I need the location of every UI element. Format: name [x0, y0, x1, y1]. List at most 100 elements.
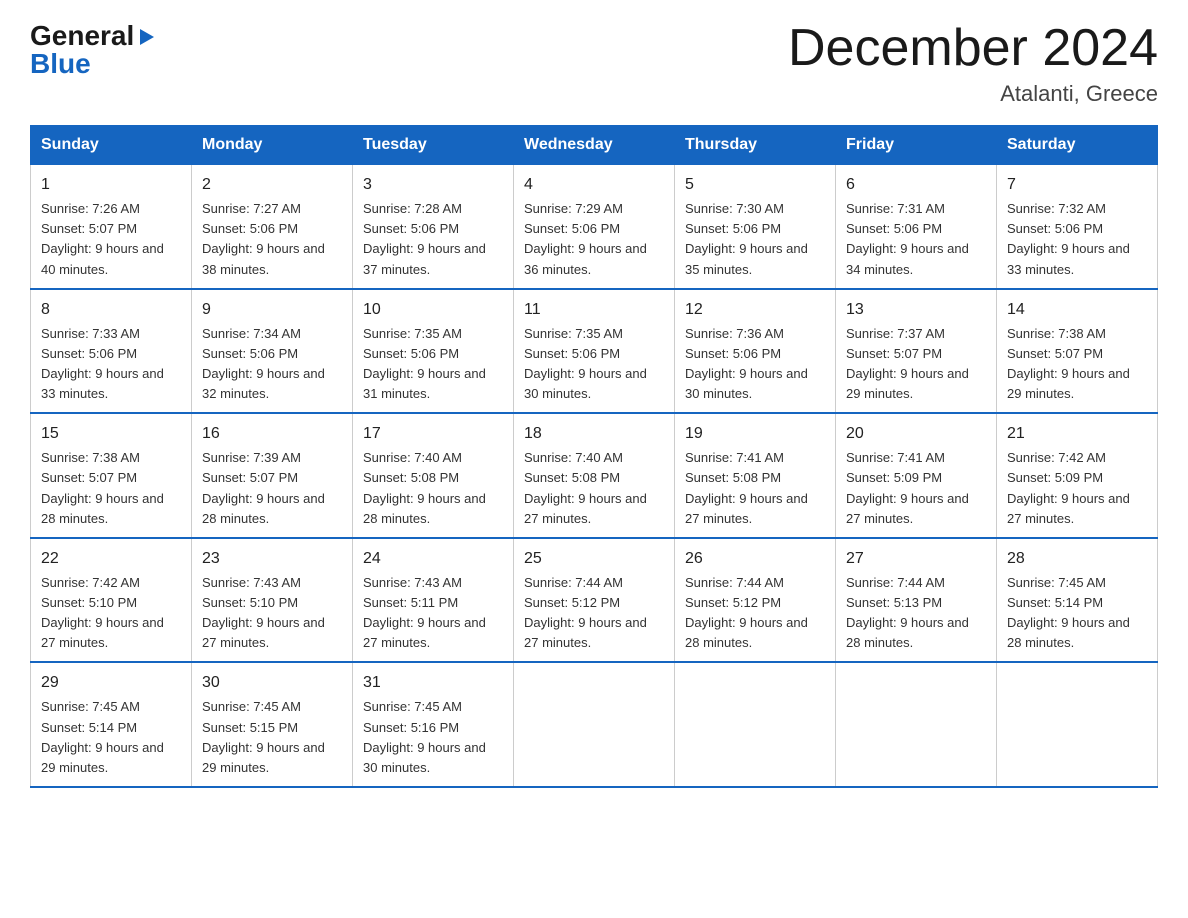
calendar-cell: 1Sunrise: 7:26 AMSunset: 5:07 PMDaylight… — [31, 165, 192, 289]
calendar-cell: 20Sunrise: 7:41 AMSunset: 5:09 PMDayligh… — [836, 413, 997, 538]
day-info: Sunrise: 7:45 AMSunset: 5:14 PMDaylight:… — [1007, 573, 1147, 654]
logo: General Blue — [30, 20, 158, 80]
calendar-cell: 11Sunrise: 7:35 AMSunset: 5:06 PMDayligh… — [514, 289, 675, 414]
day-info: Sunrise: 7:44 AMSunset: 5:12 PMDaylight:… — [524, 573, 664, 654]
day-number: 7 — [1007, 173, 1147, 197]
calendar-cell: 15Sunrise: 7:38 AMSunset: 5:07 PMDayligh… — [31, 413, 192, 538]
day-number: 2 — [202, 173, 342, 197]
day-number: 16 — [202, 422, 342, 446]
col-header-wednesday: Wednesday — [514, 126, 675, 165]
day-info: Sunrise: 7:45 AMSunset: 5:16 PMDaylight:… — [363, 697, 503, 778]
calendar-cell: 19Sunrise: 7:41 AMSunset: 5:08 PMDayligh… — [675, 413, 836, 538]
calendar-cell: 13Sunrise: 7:37 AMSunset: 5:07 PMDayligh… — [836, 289, 997, 414]
page-subtitle: Atalanti, Greece — [788, 81, 1158, 107]
calendar-week-row: 8Sunrise: 7:33 AMSunset: 5:06 PMDaylight… — [31, 289, 1158, 414]
day-info: Sunrise: 7:42 AMSunset: 5:09 PMDaylight:… — [1007, 448, 1147, 529]
day-info: Sunrise: 7:36 AMSunset: 5:06 PMDaylight:… — [685, 324, 825, 405]
day-info: Sunrise: 7:43 AMSunset: 5:10 PMDaylight:… — [202, 573, 342, 654]
day-number: 21 — [1007, 422, 1147, 446]
day-number: 24 — [363, 547, 503, 571]
calendar-cell: 5Sunrise: 7:30 AMSunset: 5:06 PMDaylight… — [675, 165, 836, 289]
calendar-cell: 18Sunrise: 7:40 AMSunset: 5:08 PMDayligh… — [514, 413, 675, 538]
day-info: Sunrise: 7:45 AMSunset: 5:15 PMDaylight:… — [202, 697, 342, 778]
calendar-cell: 17Sunrise: 7:40 AMSunset: 5:08 PMDayligh… — [353, 413, 514, 538]
col-header-monday: Monday — [192, 126, 353, 165]
calendar-cell — [675, 662, 836, 787]
calendar-cell: 14Sunrise: 7:38 AMSunset: 5:07 PMDayligh… — [997, 289, 1158, 414]
day-info: Sunrise: 7:28 AMSunset: 5:06 PMDaylight:… — [363, 199, 503, 280]
col-header-friday: Friday — [836, 126, 997, 165]
calendar-cell: 23Sunrise: 7:43 AMSunset: 5:10 PMDayligh… — [192, 538, 353, 663]
day-number: 8 — [41, 298, 181, 322]
calendar-week-row: 15Sunrise: 7:38 AMSunset: 5:07 PMDayligh… — [31, 413, 1158, 538]
calendar-week-row: 29Sunrise: 7:45 AMSunset: 5:14 PMDayligh… — [31, 662, 1158, 787]
day-number: 18 — [524, 422, 664, 446]
day-number: 13 — [846, 298, 986, 322]
col-header-tuesday: Tuesday — [353, 126, 514, 165]
page-header: General Blue December 2024 Atalanti, Gre… — [30, 20, 1158, 107]
day-info: Sunrise: 7:43 AMSunset: 5:11 PMDaylight:… — [363, 573, 503, 654]
day-info: Sunrise: 7:34 AMSunset: 5:06 PMDaylight:… — [202, 324, 342, 405]
calendar-cell: 16Sunrise: 7:39 AMSunset: 5:07 PMDayligh… — [192, 413, 353, 538]
day-info: Sunrise: 7:38 AMSunset: 5:07 PMDaylight:… — [1007, 324, 1147, 405]
day-info: Sunrise: 7:37 AMSunset: 5:07 PMDaylight:… — [846, 324, 986, 405]
col-header-saturday: Saturday — [997, 126, 1158, 165]
calendar-week-row: 1Sunrise: 7:26 AMSunset: 5:07 PMDaylight… — [31, 165, 1158, 289]
day-number: 12 — [685, 298, 825, 322]
day-info: Sunrise: 7:39 AMSunset: 5:07 PMDaylight:… — [202, 448, 342, 529]
day-number: 25 — [524, 547, 664, 571]
calendar-cell: 24Sunrise: 7:43 AMSunset: 5:11 PMDayligh… — [353, 538, 514, 663]
day-info: Sunrise: 7:33 AMSunset: 5:06 PMDaylight:… — [41, 324, 181, 405]
col-header-thursday: Thursday — [675, 126, 836, 165]
day-info: Sunrise: 7:29 AMSunset: 5:06 PMDaylight:… — [524, 199, 664, 280]
day-number: 20 — [846, 422, 986, 446]
day-info: Sunrise: 7:44 AMSunset: 5:12 PMDaylight:… — [685, 573, 825, 654]
day-number: 9 — [202, 298, 342, 322]
day-info: Sunrise: 7:30 AMSunset: 5:06 PMDaylight:… — [685, 199, 825, 280]
day-number: 31 — [363, 671, 503, 695]
day-info: Sunrise: 7:40 AMSunset: 5:08 PMDaylight:… — [524, 448, 664, 529]
day-number: 28 — [1007, 547, 1147, 571]
calendar-table: SundayMondayTuesdayWednesdayThursdayFrid… — [30, 125, 1158, 788]
day-info: Sunrise: 7:42 AMSunset: 5:10 PMDaylight:… — [41, 573, 181, 654]
day-number: 22 — [41, 547, 181, 571]
day-info: Sunrise: 7:35 AMSunset: 5:06 PMDaylight:… — [524, 324, 664, 405]
day-info: Sunrise: 7:45 AMSunset: 5:14 PMDaylight:… — [41, 697, 181, 778]
calendar-cell: 21Sunrise: 7:42 AMSunset: 5:09 PMDayligh… — [997, 413, 1158, 538]
day-info: Sunrise: 7:32 AMSunset: 5:06 PMDaylight:… — [1007, 199, 1147, 280]
calendar-cell: 2Sunrise: 7:27 AMSunset: 5:06 PMDaylight… — [192, 165, 353, 289]
calendar-cell: 4Sunrise: 7:29 AMSunset: 5:06 PMDaylight… — [514, 165, 675, 289]
page-title: December 2024 — [788, 20, 1158, 77]
day-info: Sunrise: 7:41 AMSunset: 5:08 PMDaylight:… — [685, 448, 825, 529]
day-info: Sunrise: 7:35 AMSunset: 5:06 PMDaylight:… — [363, 324, 503, 405]
calendar-week-row: 22Sunrise: 7:42 AMSunset: 5:10 PMDayligh… — [31, 538, 1158, 663]
calendar-cell: 30Sunrise: 7:45 AMSunset: 5:15 PMDayligh… — [192, 662, 353, 787]
calendar-cell — [836, 662, 997, 787]
day-number: 29 — [41, 671, 181, 695]
day-info: Sunrise: 7:26 AMSunset: 5:07 PMDaylight:… — [41, 199, 181, 280]
day-number: 11 — [524, 298, 664, 322]
calendar-cell: 31Sunrise: 7:45 AMSunset: 5:16 PMDayligh… — [353, 662, 514, 787]
day-number: 26 — [685, 547, 825, 571]
day-info: Sunrise: 7:44 AMSunset: 5:13 PMDaylight:… — [846, 573, 986, 654]
day-info: Sunrise: 7:38 AMSunset: 5:07 PMDaylight:… — [41, 448, 181, 529]
calendar-cell — [997, 662, 1158, 787]
calendar-cell: 28Sunrise: 7:45 AMSunset: 5:14 PMDayligh… — [997, 538, 1158, 663]
day-info: Sunrise: 7:41 AMSunset: 5:09 PMDaylight:… — [846, 448, 986, 529]
day-number: 1 — [41, 173, 181, 197]
day-number: 19 — [685, 422, 825, 446]
calendar-cell: 12Sunrise: 7:36 AMSunset: 5:06 PMDayligh… — [675, 289, 836, 414]
title-block: December 2024 Atalanti, Greece — [788, 20, 1158, 107]
logo-arrow-icon — [136, 26, 158, 48]
day-number: 10 — [363, 298, 503, 322]
day-number: 6 — [846, 173, 986, 197]
calendar-cell: 27Sunrise: 7:44 AMSunset: 5:13 PMDayligh… — [836, 538, 997, 663]
day-number: 4 — [524, 173, 664, 197]
day-number: 17 — [363, 422, 503, 446]
logo-blue: Blue — [30, 48, 91, 80]
calendar-cell: 25Sunrise: 7:44 AMSunset: 5:12 PMDayligh… — [514, 538, 675, 663]
day-number: 30 — [202, 671, 342, 695]
calendar-cell: 8Sunrise: 7:33 AMSunset: 5:06 PMDaylight… — [31, 289, 192, 414]
calendar-cell: 26Sunrise: 7:44 AMSunset: 5:12 PMDayligh… — [675, 538, 836, 663]
day-number: 23 — [202, 547, 342, 571]
